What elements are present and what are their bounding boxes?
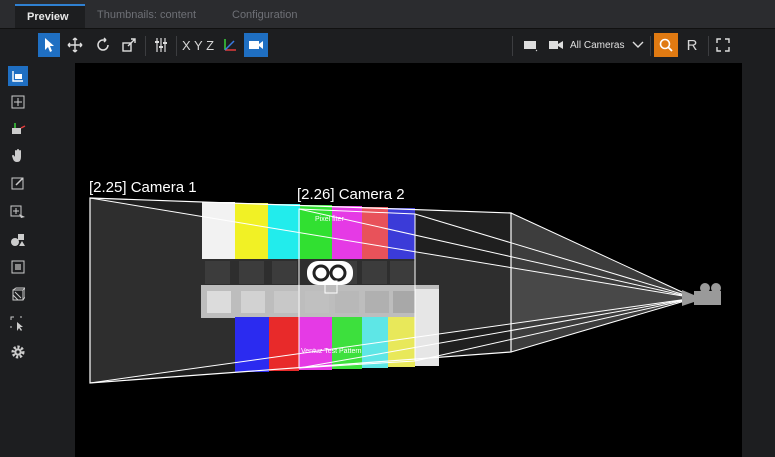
sliders-button[interactable] — [150, 33, 172, 57]
camera-place-tool[interactable] — [8, 119, 28, 139]
camera-view-button[interactable] — [244, 33, 268, 57]
select-tool-button[interactable] — [38, 33, 60, 57]
frame-move-icon — [11, 95, 25, 109]
camera-selector-value: All Cameras — [570, 39, 625, 51]
select-arrow-icon — [45, 38, 54, 52]
sliders-icon — [155, 38, 167, 52]
right-panel-edge — [742, 63, 775, 457]
texture-tool[interactable] — [8, 257, 28, 277]
card-text-top: Pixel fiter — [315, 216, 344, 223]
settings-gear-icon — [11, 345, 25, 359]
camera-selector-dropdown[interactable]: All Cameras — [548, 33, 652, 57]
fullscreen-button[interactable] — [712, 33, 734, 57]
rotate-tool-button[interactable] — [92, 33, 114, 57]
move-tool-button[interactable] — [64, 33, 86, 57]
chevron-down-icon — [632, 41, 644, 48]
fullscreen-icon — [716, 38, 730, 52]
axis-gizmo-icon — [224, 39, 236, 51]
region-select-icon — [10, 316, 23, 331]
frame-tool[interactable] — [8, 92, 28, 112]
edit-icon — [11, 177, 24, 190]
texture-icon — [11, 260, 25, 274]
camera-2-label[interactable]: [2.26] Camera 2 — [297, 186, 405, 203]
camera-object-icon[interactable] — [682, 283, 721, 306]
3d-viewport[interactable]: Pixel fiter Ventuz Test Pattern [2.25] C… — [75, 63, 742, 457]
mesh-icon — [12, 287, 25, 301]
search-button[interactable] — [654, 33, 678, 57]
r-label: R — [686, 36, 698, 54]
viewport-toolbar: X Y Z All Cameras R — [0, 29, 775, 63]
scale-tool-button[interactable] — [118, 33, 140, 57]
rotate-icon — [97, 37, 109, 51]
monitor-button[interactable] — [518, 33, 542, 57]
camera-1-label[interactable]: [2.25] Camera 1 — [89, 179, 197, 196]
shapes-tool[interactable] — [8, 230, 28, 250]
move-icon — [67, 37, 83, 53]
settings-tool[interactable] — [8, 342, 28, 362]
scene-canvas: Pixel fiter Ventuz Test Pattern — [89, 197, 721, 384]
search-icon — [659, 38, 673, 52]
camera-icon — [249, 41, 263, 49]
tab-bar: Preview Thumbnails: content Configuratio… — [0, 0, 775, 29]
shape-select-icon — [10, 205, 25, 218]
r-toggle-button[interactable]: R — [682, 33, 702, 57]
axis-camera-icon — [12, 123, 26, 134]
test-card: Pixel fiter Ventuz Test Pattern — [201, 202, 439, 372]
layer-view-tool[interactable] — [8, 66, 28, 86]
scale-icon — [122, 38, 136, 52]
hand-icon — [12, 149, 21, 162]
tab-thumbnails-content[interactable]: Thumbnails: content — [85, 4, 210, 28]
shapes-icon — [11, 234, 25, 246]
region-select-tool[interactable] — [8, 314, 28, 334]
monitor-icon — [524, 41, 538, 52]
axes-label: X Y Z — [181, 37, 215, 53]
video-camera-icon — [549, 41, 563, 49]
axes-toggle-button[interactable]: X Y Z — [180, 33, 216, 57]
hand-tool[interactable] — [8, 146, 28, 166]
tab-configuration[interactable]: Configuration — [220, 4, 320, 28]
shape-select-tool[interactable] — [8, 203, 28, 223]
chart-layer-icon — [12, 71, 23, 82]
tab-preview[interactable]: Preview — [15, 4, 85, 28]
mesh-tool[interactable] — [8, 284, 28, 304]
left-toolbar — [0, 63, 36, 457]
edit-tool[interactable] — [8, 173, 28, 193]
axis-gizmo-button[interactable] — [220, 33, 240, 57]
